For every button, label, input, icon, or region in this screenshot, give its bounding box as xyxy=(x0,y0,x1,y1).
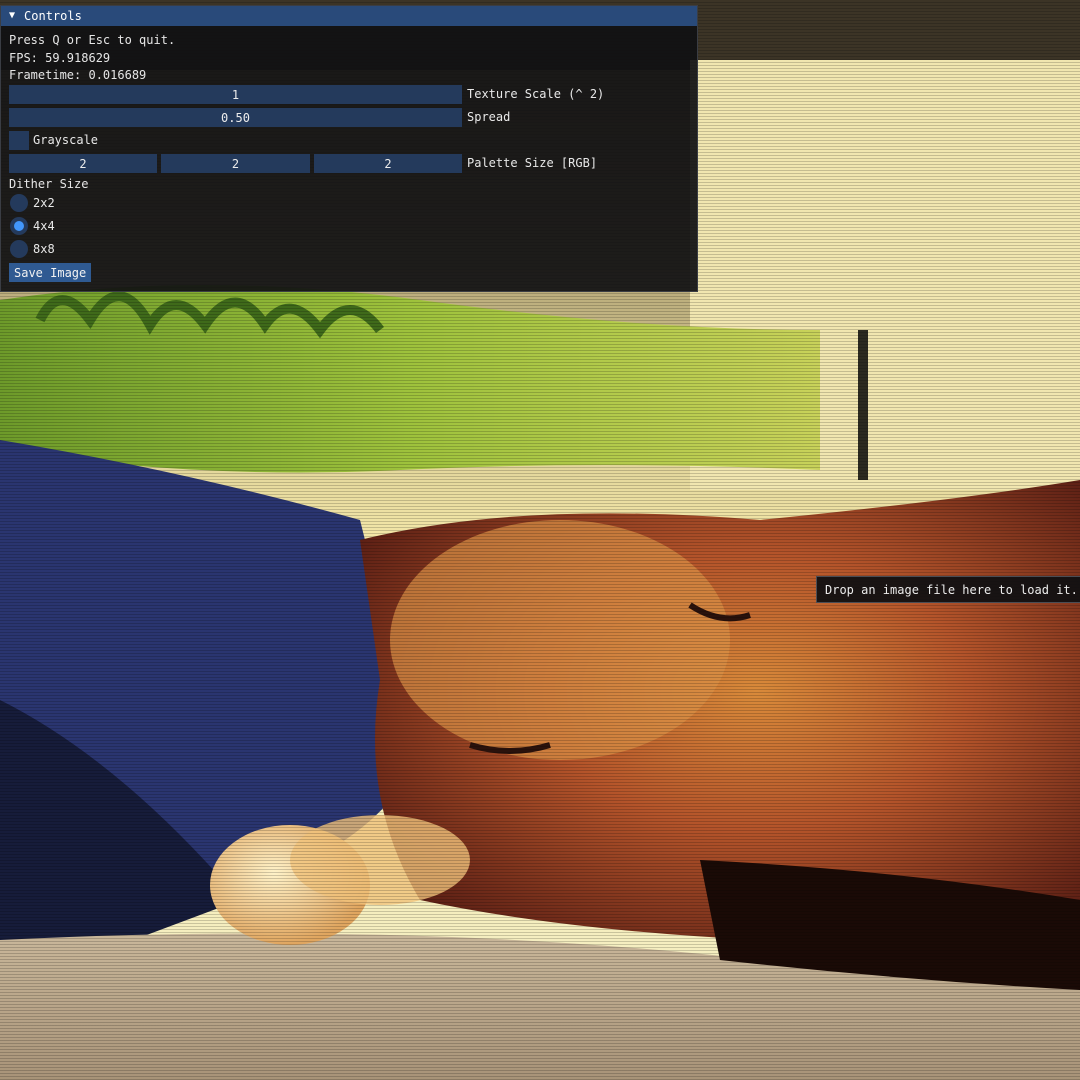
dither-2x2-label: 2x2 xyxy=(33,196,55,210)
palette-size-r-value: 2 xyxy=(79,156,87,171)
collapse-triangle-icon[interactable]: ▼ xyxy=(9,11,15,21)
dither-4x4-label: 4x4 xyxy=(33,219,55,233)
dither-4x4-radio[interactable] xyxy=(10,217,28,235)
drop-hint-tooltip: Drop an image file here to load it. xyxy=(816,576,1080,603)
dither-2x2-radio[interactable] xyxy=(10,194,28,212)
spread-value: 0.50 xyxy=(221,110,250,125)
grayscale-checkbox[interactable] xyxy=(9,131,29,150)
palette-size-g-input[interactable]: 2 xyxy=(161,154,310,173)
save-image-button[interactable]: Save Image xyxy=(9,263,92,282)
fps-readout: FPS: 59.918629 xyxy=(9,51,111,65)
radio-selected-dot-icon xyxy=(14,221,24,231)
palette-size-b-value: 2 xyxy=(384,156,392,171)
texture-scale-label: Texture Scale (^ 2) xyxy=(467,87,605,101)
grayscale-label: Grayscale xyxy=(33,133,99,147)
palette-size-label: Palette Size [RGB] xyxy=(467,156,598,170)
palette-size-b-input[interactable]: 2 xyxy=(314,154,462,173)
frametime-readout: Frametime: 0.016689 xyxy=(9,68,147,82)
palette-size-r-input[interactable]: 2 xyxy=(9,154,157,173)
texture-scale-value: 1 xyxy=(231,87,240,102)
dither-8x8-label: 8x8 xyxy=(33,242,55,256)
dither-8x8-radio[interactable] xyxy=(10,240,28,258)
drop-hint-text: Drop an image file here to load it. xyxy=(825,582,1078,597)
controls-title-bar[interactable]: ▼ Controls xyxy=(1,6,697,26)
spread-label: Spread xyxy=(467,110,511,124)
texture-scale-slider[interactable]: 1 xyxy=(9,85,462,104)
spread-slider[interactable]: 0.50 xyxy=(9,108,462,127)
help-text: Press Q or Esc to quit. xyxy=(9,33,176,47)
dither-size-heading: Dither Size xyxy=(9,177,89,191)
controls-window[interactable]: ▼ Controls Press Q or Esc to quit. FPS: … xyxy=(0,5,698,292)
window-title: Controls xyxy=(24,9,82,23)
palette-size-g-value: 2 xyxy=(231,156,240,171)
